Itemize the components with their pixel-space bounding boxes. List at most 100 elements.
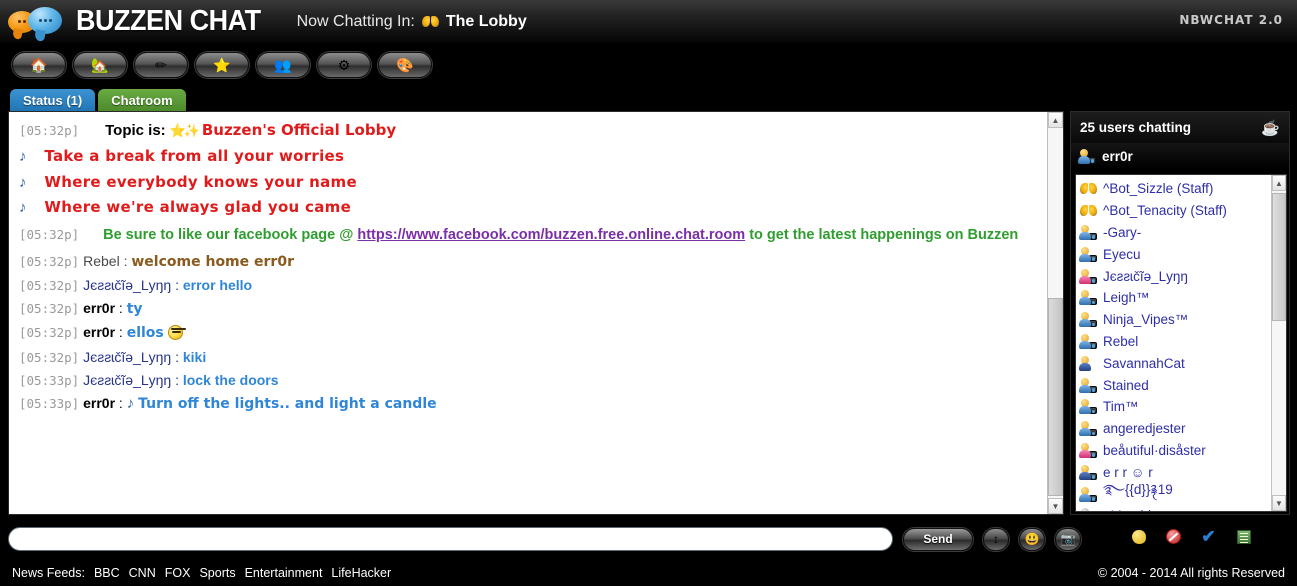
chat-message: [05:32p] err0r : ellos	[19, 321, 1039, 345]
scroll-up-icon[interactable]: ▲	[1272, 175, 1286, 191]
favorites-button[interactable]: ⭐	[195, 51, 249, 78]
message-input[interactable]	[8, 527, 893, 551]
news-feed-link-sports[interactable]: Sports	[199, 566, 235, 580]
list-item[interactable]: beåutiful·disåster	[1079, 440, 1271, 462]
message-timestamp: [05:32p]	[19, 325, 80, 341]
list-item[interactable]: SavannahCat	[1079, 352, 1271, 374]
message-nick[interactable]: Jєƨƨɩčĩә_Lуŋŋ	[83, 277, 171, 293]
list-item[interactable]: ^Bot_Sizzle (Staff)	[1080, 178, 1271, 200]
tab-chatroom[interactable]: Chatroom	[98, 89, 186, 111]
emoticon-button[interactable]: 😃	[1019, 527, 1045, 551]
user-list-scrollbar[interactable]: ▲ ▼	[1271, 175, 1286, 511]
user-name: Stained	[1103, 377, 1149, 393]
user-scroll-thumb[interactable]	[1272, 193, 1286, 321]
chat-message: [05:32p] Jєƨƨɩčĩә_Lуŋŋ : kiki	[19, 346, 1039, 369]
settings-button[interactable]: ⚙	[317, 51, 371, 78]
user-scroll-track[interactable]	[1272, 191, 1286, 495]
current-room-name: The Lobby	[445, 12, 527, 30]
tab-status[interactable]: Status (1)	[10, 89, 96, 111]
ignore-status-icon[interactable]	[1165, 528, 1182, 545]
message-body: ellos	[126, 325, 164, 342]
list-item[interactable]: angeredjester	[1079, 418, 1271, 440]
user-webcam-icon	[1079, 333, 1097, 349]
user-list[interactable]: ^Bot_Sizzle (Staff) ^Bot_Tenacity (Staff…	[1076, 175, 1271, 511]
user-list-container: ^Bot_Sizzle (Staff) ^Bot_Tenacity (Staff…	[1075, 174, 1287, 512]
chat-panel: [05:32p] Topic is: ⭐✨ Buzzen's Official …	[8, 111, 1064, 515]
message-colon: :	[171, 276, 183, 293]
topic-label: Topic is:	[105, 122, 166, 139]
user-name: Ninja_Vipes™	[1103, 312, 1189, 328]
star-icon: ⭐✨	[169, 123, 200, 138]
list-item[interactable]: -Gary-	[1079, 222, 1271, 244]
message-colon: :	[115, 324, 127, 341]
chat-message-log[interactable]: [05:32p] Topic is: ⭐✨ Buzzen's Official …	[9, 112, 1047, 514]
list-item[interactable]: Ninja_Vipes™	[1079, 309, 1271, 331]
notes-icon[interactable]	[1235, 528, 1252, 545]
user-name: ^Bot_Sizzle (Staff)	[1103, 181, 1214, 197]
facebook-link[interactable]: https://www.facebook.com/buzzen.free.onl…	[357, 227, 745, 243]
news-feed-link-bbc[interactable]: BBC	[94, 566, 120, 580]
list-item[interactable]: Leigh™	[1079, 287, 1271, 309]
user-webcam-icon	[1079, 399, 1097, 415]
list-item[interactable]: Rebel	[1079, 331, 1271, 353]
font-button[interactable]: ↕	[983, 527, 1009, 551]
tab-bar: Status (1) Chatroom	[0, 86, 1297, 111]
chat-message: [05:33p] Jєƨƨɩčĩә_Lуŋŋ : lock the doors	[19, 369, 1039, 392]
list-item[interactable]: ࿐{{d}}࿑19	[1079, 482, 1271, 505]
message-body: Turn off the lights.. and light a candle	[138, 396, 437, 413]
user-list-panel: 25 users chatting ☕ err0r ^Bot_Sizzle (S…	[1070, 111, 1290, 515]
music-note-icon: ♪	[19, 173, 27, 191]
message-nick[interactable]: err0r	[83, 395, 115, 411]
lyric-text: Where everybody knows your name	[44, 172, 357, 191]
app-header: BUZZEN CHAT Now Chatting In: The Lobby N…	[0, 0, 1297, 43]
rooms-button[interactable]: 🏡	[73, 51, 127, 78]
message-nick[interactable]: err0r	[83, 300, 115, 316]
coffee-cup-icon[interactable]: ☕	[1261, 119, 1280, 137]
away-status-icon[interactable]	[1130, 528, 1147, 545]
house-icon: 🏠	[30, 56, 48, 73]
scroll-down-icon[interactable]: ▼	[1272, 495, 1286, 511]
chat-scrollbar[interactable]: ▲ ▼	[1047, 112, 1063, 514]
news-feed-link-fox[interactable]: FOX	[165, 566, 191, 580]
list-item[interactable]: Tim™	[1079, 396, 1271, 418]
news-feed-link-entertainment[interactable]: Entertainment	[245, 566, 323, 580]
message-nick[interactable]: Rebel	[83, 253, 120, 269]
profile-edit-button[interactable]: ✏	[134, 51, 188, 78]
message-nick[interactable]: Jєƨƨɩčĩә_Lуŋŋ	[83, 349, 171, 365]
message-nick[interactable]: Jєƨƨɩčĩә_Lуŋŋ	[83, 372, 171, 388]
user-name: Rebel	[1103, 333, 1139, 349]
send-button[interactable]: Send	[903, 527, 973, 551]
message-nick[interactable]: err0r	[83, 324, 115, 340]
scroll-up-icon[interactable]: ▲	[1048, 112, 1063, 128]
status-icon-group: ✔	[1130, 527, 1252, 546]
message-timestamp: [05:33p]	[19, 396, 80, 412]
list-item[interactable]: Eyecu	[1079, 243, 1271, 265]
webcam-button[interactable]: 📷	[1055, 527, 1081, 551]
chat-scroll-track[interactable]	[1048, 128, 1063, 498]
news-feed-link-lifehacker[interactable]: LifeHacker	[331, 566, 391, 580]
main-toolbar: 🏠 🏡 ✏ ⭐ 👥 ⚙ 🎨	[0, 43, 1297, 86]
scroll-down-icon[interactable]: ▼	[1048, 498, 1063, 514]
announcement-message: [05:32p] Be sure to like our facebook pa…	[19, 221, 1039, 249]
ready-status-icon[interactable]: ✔	[1200, 527, 1217, 546]
brand-title: BUZZEN CHAT	[76, 5, 261, 37]
message-body: kiki	[182, 348, 207, 365]
list-item[interactable]: Jєƨƨɩčĩә_Lуŋŋ	[1079, 265, 1271, 287]
music-note-icon: ♪	[19, 147, 27, 165]
news-feed-link-cnn[interactable]: CNN	[129, 566, 156, 580]
friends-button[interactable]: 👥	[256, 51, 310, 78]
message-body: welcome home err0r	[131, 253, 294, 270]
current-user-row[interactable]: err0r	[1071, 143, 1289, 169]
chat-scroll-thumb[interactable]	[1048, 298, 1063, 496]
themes-button[interactable]: 🎨	[378, 51, 432, 78]
list-item[interactable]: ^Bot_Tenacity (Staff)	[1080, 200, 1271, 222]
list-item[interactable]: Stained	[1079, 374, 1271, 396]
version-label: NBWCHAT 2.0	[1179, 13, 1283, 27]
user-name: Eyecu	[1103, 246, 1141, 262]
yellow-house-icon: 🏡	[91, 56, 109, 73]
home-button[interactable]: 🏠	[12, 51, 66, 78]
butterfly-icon	[421, 15, 439, 28]
user-name: ࿐{{d}}࿑19	[1103, 482, 1173, 498]
user-name: SavannahCat	[1103, 355, 1185, 371]
message-timestamp: [05:32p]	[19, 277, 80, 293]
